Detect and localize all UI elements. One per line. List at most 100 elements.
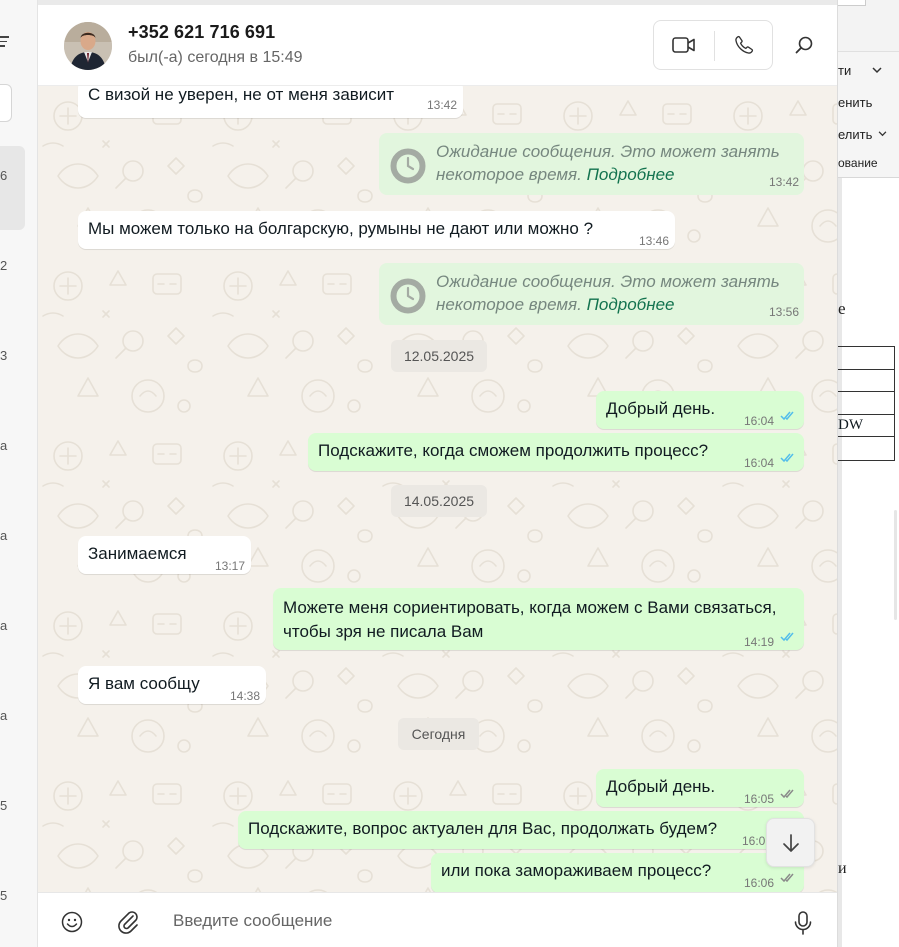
learn-more-link[interactable]: Подробнее [587, 165, 675, 184]
message-time: 14:19 [744, 635, 775, 649]
voice-call-icon [735, 35, 754, 54]
voice-call-button[interactable] [714, 21, 774, 69]
message-incoming[interactable]: Я вам сообщу 14:38 [78, 666, 266, 704]
document-heading: е [838, 299, 846, 318]
emoji-icon[interactable] [60, 910, 84, 934]
ribbon-item[interactable]: ти [838, 63, 851, 78]
paperclip-icon[interactable] [116, 908, 140, 934]
date-separator: 12.05.2025 [391, 340, 487, 372]
message-outgoing[interactable]: Добрый день. 16:04 [596, 391, 804, 429]
message-incoming[interactable]: С визой не уверен, не от меня зависит 13… [78, 86, 463, 118]
message-pending[interactable]: Ожидание сообщения. Это может занять нек… [379, 133, 804, 195]
chat-list-item-meta: а [0, 438, 8, 453]
video-call-button[interactable] [654, 21, 714, 69]
ribbon-item[interactable]: енить [838, 95, 872, 110]
chat-list-item-meta: а [0, 618, 8, 633]
message-text: или пока замораживаем процесс? [441, 861, 712, 880]
message-time: 16:04 [744, 456, 775, 470]
message-incoming[interactable]: Занимаемся 13:17 [78, 536, 251, 574]
chat-list-item-meta: а [0, 708, 8, 723]
read-ticks-icon [780, 453, 794, 463]
ribbon-item[interactable]: елить [838, 127, 872, 142]
message-incoming[interactable]: Мы можем только на болгарскую, румыны не… [78, 211, 675, 249]
date-separator: Сегодня [398, 718, 479, 750]
document-scrollbar[interactable] [894, 510, 897, 620]
filter-icon[interactable] [0, 36, 10, 50]
message-text: Добрый день. [606, 777, 716, 796]
message-text: Подскажите, когда сможем продолжить проц… [318, 441, 709, 460]
message-text: Добрый день. [606, 399, 716, 418]
avatar[interactable] [64, 22, 112, 70]
message-time: 14:38 [230, 689, 261, 703]
document-page [838, 178, 899, 947]
last-seen-status: был(-а) сегодня в 15:49 [128, 49, 303, 66]
call-buttons-group [653, 20, 773, 70]
search-button[interactable] [786, 25, 822, 65]
date-separator: 14.05.2025 [391, 485, 487, 517]
chat-window: +352 621 716 691 был(-а) сегодня в 15:49 [38, 0, 838, 947]
message-time: 16:04 [744, 414, 775, 428]
message-text: Мы можем только на болгарскую, румыны не… [88, 219, 594, 238]
pending-text-line: некоторое время. [436, 165, 582, 184]
message-text: Подскажите, вопрос актуален для Вас, про… [248, 819, 718, 838]
message-text: Занимаемся [88, 544, 187, 563]
message-text: С визой не уверен, не от меня зависит [88, 86, 395, 104]
message-time: 13:17 [215, 559, 246, 573]
pending-text-line: некоторое время. [436, 295, 582, 314]
message-time: 16:05 [744, 792, 775, 806]
message-time: 16:06 [744, 876, 775, 890]
message-text: Я вам сообщу [88, 674, 200, 693]
clock-icon [390, 278, 426, 314]
document-table-row [838, 347, 894, 370]
chat-list-item-selected[interactable] [0, 146, 25, 230]
message-time: 13:46 [639, 234, 670, 248]
message-input[interactable] [168, 903, 768, 939]
scroll-to-bottom-button[interactable] [766, 818, 815, 867]
message-outgoing[interactable]: Добрый день. 16:05 [596, 769, 804, 807]
ribbon-item[interactable]: ование [838, 156, 878, 170]
chat-list-item-meta: 3 [0, 348, 8, 363]
message-outgoing[interactable]: Подскажите, когда сможем продолжить проц… [308, 433, 804, 471]
learn-more-link[interactable]: Подробнее [587, 295, 675, 314]
arrow-down-icon [782, 833, 799, 852]
chat-search-input[interactable] [0, 84, 12, 122]
chevron-down-icon [878, 131, 887, 137]
message-composer [38, 892, 837, 947]
delivered-ticks-icon [780, 789, 794, 799]
delivered-ticks-icon [780, 873, 794, 883]
search-icon [795, 36, 813, 54]
chat-header: +352 621 716 691 был(-а) сегодня в 15:49 [38, 5, 837, 86]
background-document-window: ти енить елить ование е DW и [838, 0, 899, 947]
message-time: 13:42 [769, 175, 800, 189]
chat-list-item-meta: 6 [0, 168, 8, 183]
document-table-row [838, 392, 894, 415]
message-pending[interactable]: Ожидание сообщения. Это может занять нек… [379, 263, 804, 325]
pending-text-line: Ожидание сообщения. Это может занять [436, 142, 780, 161]
message-outgoing[interactable]: Можете меня сориентировать, когда можем … [273, 588, 804, 650]
chat-list-item-meta: 5 [0, 798, 8, 813]
document-table-row [838, 370, 894, 392]
chat-list-item-meta: 2 [0, 258, 8, 273]
document-titlebar [838, 0, 899, 52]
message-outgoing[interactable]: или пока замораживаем процесс? 16:06 [431, 853, 804, 892]
message-outgoing[interactable]: Подскажите, вопрос актуален для Вас, про… [238, 811, 804, 849]
document-text: и [838, 860, 847, 877]
document-table-row: DW [838, 415, 894, 437]
pending-text: Ожидание сообщения. Это может занять нек… [436, 270, 780, 316]
pending-text: Ожидание сообщения. Это может занять нек… [436, 140, 780, 186]
avatar-image [64, 22, 112, 70]
message-text: Можете меня сориентировать, когда можем … [283, 598, 777, 641]
read-ticks-icon [780, 632, 794, 642]
document-table-row [838, 437, 894, 460]
chat-list-item-meta: а [0, 528, 8, 543]
message-time: 16:0 [742, 834, 766, 848]
clock-icon [390, 148, 426, 184]
pending-text-line: Ожидание сообщения. Это может занять [436, 272, 780, 291]
chat-list-item-meta: 5 [0, 888, 8, 903]
contact-name[interactable]: +352 621 716 691 [128, 22, 275, 43]
message-list[interactable]: С визой не уверен, не от меня зависит 13… [38, 86, 837, 892]
read-ticks-icon [780, 411, 794, 421]
chat-list-panel: 6 2 3 а а а а 5 5 [0, 0, 38, 947]
microphone-icon[interactable] [792, 910, 814, 936]
document-ribbon: ти енить елить ование [838, 52, 899, 178]
